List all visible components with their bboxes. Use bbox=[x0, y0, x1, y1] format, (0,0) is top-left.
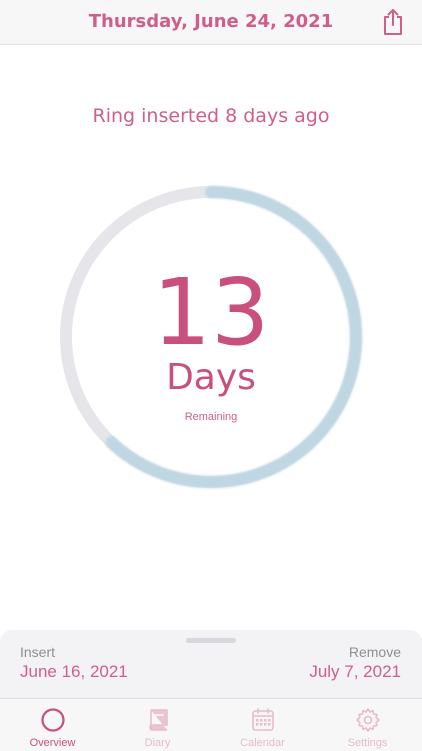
sheet-grabber-handle[interactable] bbox=[186, 638, 236, 643]
share-icon bbox=[384, 9, 402, 35]
remove-label: Remove bbox=[348, 644, 401, 660]
tab-settings-label: Settings bbox=[347, 737, 388, 749]
remaining-caption: Remaining bbox=[184, 411, 238, 423]
insert-date: June 16, 2021 bbox=[20, 662, 128, 681]
book-icon bbox=[149, 709, 168, 731]
tab-overview[interactable]: Overview bbox=[0, 699, 105, 751]
calendar-icon bbox=[252, 708, 274, 731]
tab-bar: Overview Diary Calendar Settings bbox=[0, 698, 422, 751]
days-unit-label: Days bbox=[166, 357, 256, 398]
top-bar: Thursday, June 24, 2021 bbox=[0, 0, 422, 45]
tab-overview-label: Overview bbox=[29, 737, 76, 749]
share-button[interactable] bbox=[380, 8, 406, 36]
tab-calendar-label: Calendar bbox=[240, 737, 285, 749]
remove-date: July 7, 2021 bbox=[309, 662, 401, 681]
ring-inserted-status: Ring inserted 8 days ago bbox=[92, 105, 330, 127]
circle-icon bbox=[41, 708, 65, 732]
insert-label: Insert bbox=[20, 644, 56, 660]
gear-icon bbox=[356, 708, 380, 732]
tab-settings[interactable]: Settings bbox=[315, 699, 420, 751]
tab-diary[interactable]: Diary bbox=[105, 699, 210, 751]
tab-calendar[interactable]: Calendar bbox=[210, 699, 315, 751]
days-remaining-number: 13 bbox=[152, 259, 270, 366]
page-title: Thursday, June 24, 2021 bbox=[88, 11, 334, 32]
tab-diary-label: Diary bbox=[144, 737, 171, 749]
